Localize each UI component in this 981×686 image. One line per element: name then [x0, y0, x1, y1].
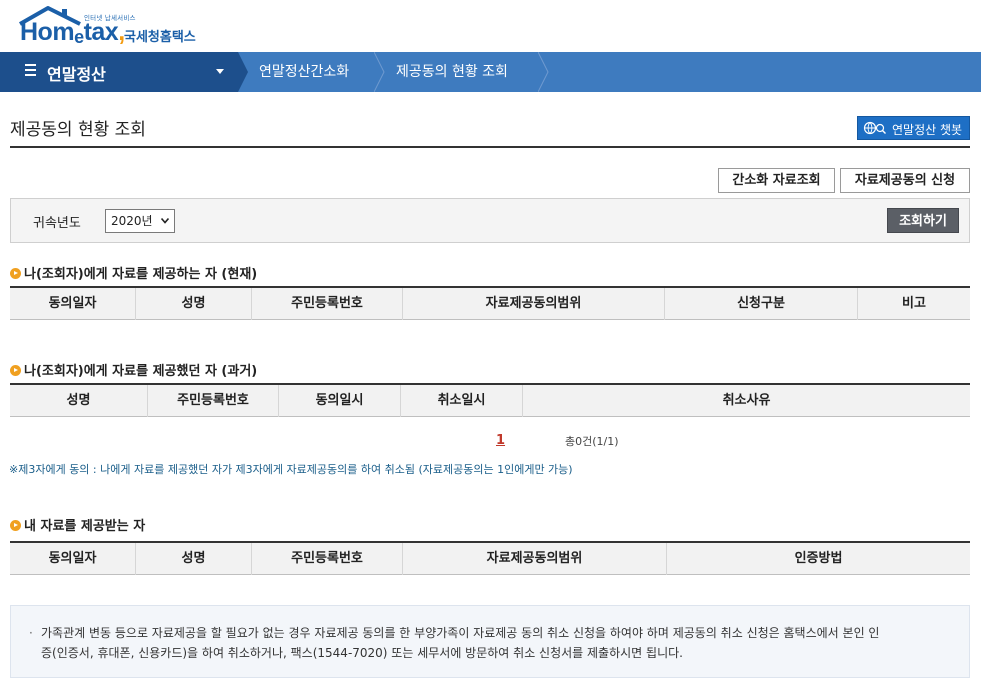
- simplified-lookup-button[interactable]: 간소화 자료조회: [718, 168, 835, 193]
- chevron-right-icon: [238, 52, 248, 92]
- logo-wordmark: Hometax,: [20, 18, 125, 47]
- caret-down-icon: [216, 69, 224, 74]
- info-line-1: 가족관계 변동 등으로 자료제공을 할 필요가 없는 경우 자료제공 동의를 한…: [41, 626, 880, 640]
- column-header: 성명: [136, 543, 252, 575]
- info-notice-box: · 가족관계 변동 등으로 자료제공을 할 필요가 없는 경우 자료제공 동의를…: [10, 605, 970, 678]
- column-header: 자료제공동의범위: [403, 288, 665, 320]
- section-title-receiving: 내 자료를 제공받는 자: [10, 515, 145, 534]
- chevron-right-icon: [374, 52, 385, 92]
- column-header: 동의일자: [10, 288, 136, 320]
- column-header: 취소사유: [722, 393, 771, 408]
- breadcrumb-consent-status[interactable]: 제공동의 현황 조회: [396, 52, 508, 92]
- table-header-receiving: 동의일자 성명 주민등록번호 자료제공동의범위 인증방법: [10, 541, 970, 575]
- bullet-icon: [10, 268, 21, 279]
- pagination-page-1[interactable]: 1: [496, 433, 505, 448]
- chatbot-label: 연말정산 챗봇: [892, 123, 963, 137]
- column-header: 주민등록번호: [252, 288, 403, 320]
- title-divider: [10, 146, 970, 148]
- main-navbar: 연말정산 연말정산간소화 제공동의 현황 조회: [0, 52, 981, 92]
- column-header: 성명: [10, 385, 148, 417]
- bullet-dot-icon: ·: [29, 626, 33, 640]
- site-header: 인터넷 납세서비스 Hometax, 국세청홈택스: [0, 0, 981, 52]
- chevron-right-icon: [538, 52, 549, 92]
- table-header-current: 동의일자 성명 주민등록번호 자료제공동의범위 신청구분 비고: [10, 286, 970, 320]
- search-panel: 귀속년도 2020년 조회하기: [10, 198, 970, 243]
- info-line-2: 증(인증서, 휴대폰, 신용카드)을 하여 취소하거나, 팩스(1544-702…: [41, 646, 683, 660]
- column-header: 인증방법: [794, 551, 843, 566]
- column-header: 신청구분: [665, 288, 858, 320]
- bullet-icon: [10, 520, 21, 531]
- year-label: 귀속년도: [33, 216, 81, 231]
- menu-label: 연말정산: [47, 65, 106, 84]
- year-select-value: 2020년: [111, 214, 153, 228]
- bullet-icon: [10, 365, 21, 376]
- menu-dropdown[interactable]: 연말정산: [0, 52, 238, 92]
- info-notice-text: · 가족관계 변동 등으로 자료제공을 할 필요가 없는 경우 자료제공 동의를…: [29, 623, 961, 663]
- consent-request-button[interactable]: 자료제공동의 신청: [840, 168, 970, 193]
- chatbot-button[interactable]: 연말정산 챗봇: [857, 116, 970, 140]
- column-header: 주민등록번호: [252, 543, 403, 575]
- table-header-past: 성명 주민등록번호 동의일시 취소일시 취소사유: [10, 383, 970, 417]
- logo-subtitle: 국세청홈택스: [124, 30, 196, 45]
- hamburger-icon: [25, 64, 36, 78]
- column-header: 동의일자: [10, 543, 136, 575]
- year-select[interactable]: 2020년: [105, 209, 175, 233]
- column-header: 비고: [902, 296, 926, 311]
- column-header: 취소일시: [401, 385, 523, 417]
- chevron-down-icon: [161, 218, 169, 224]
- column-header: 동의일시: [279, 385, 401, 417]
- column-header: 성명: [136, 288, 252, 320]
- chatbot-icon: [863, 121, 886, 135]
- third-party-note: ※제3자에게 동의 : 나에게 자료를 제공했던 자가 제3자에게 자료제공동의…: [9, 463, 573, 476]
- search-button[interactable]: 조회하기: [887, 208, 959, 233]
- column-header: 주민등록번호: [148, 385, 279, 417]
- column-header: 자료제공동의범위: [403, 543, 667, 575]
- hometax-logo[interactable]: 인터넷 납세서비스 Hometax, 국세청홈택스: [18, 6, 218, 48]
- page-title: 제공동의 현황 조회: [10, 120, 146, 140]
- section-title-past: 나(조회자)에게 자료를 제공했던 자 (과거): [10, 360, 257, 379]
- section-title-current: 나(조회자)에게 자료를 제공하는 자 (현재): [10, 263, 257, 282]
- pagination-total: 총0건(1/1): [565, 435, 619, 448]
- breadcrumb-year-end-simplified[interactable]: 연말정산간소화: [259, 52, 349, 92]
